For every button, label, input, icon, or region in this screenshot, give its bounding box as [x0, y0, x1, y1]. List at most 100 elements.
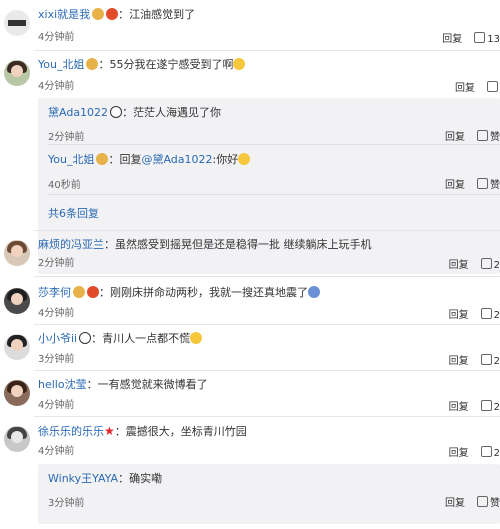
like-button[interactable]: 2	[480, 258, 500, 272]
thumbs-up-icon	[487, 81, 498, 92]
panda-badge-icon	[79, 332, 92, 344]
comment-actions: 回复 13	[442, 32, 500, 46]
thumbs-up-icon	[480, 258, 492, 269]
reply-button[interactable]: 回复	[449, 356, 469, 368]
divider	[34, 50, 500, 51]
colon-separator: ：	[114, 425, 126, 438]
comment-text-line: 麻烦的冯亚兰：虽然感受到摇晃但是还是稳得一批 继续躺床上玩手机	[38, 238, 372, 252]
reply-text-line: Winky王YAYA：确实嘞	[48, 472, 162, 486]
mention-link[interactable]: @黛Ada1022	[141, 153, 212, 166]
fan-badge-icon	[87, 286, 99, 298]
reply-button[interactable]: 回复	[455, 83, 475, 95]
shocked-emoji-icon	[308, 286, 320, 298]
like-button[interactable]: 2	[480, 400, 500, 414]
reply-button[interactable]: 回复	[445, 180, 465, 191]
username-link[interactable]: 小小爷ii	[38, 332, 77, 345]
avatar[interactable]	[4, 288, 30, 314]
reply-text: :你好	[212, 153, 239, 166]
reply-button[interactable]: 回复	[449, 310, 469, 322]
comment-time: 2分钟前	[38, 258, 75, 269]
divider	[34, 230, 500, 231]
comment-actions: 回复 2	[449, 354, 500, 368]
laugh-emoji-icon	[190, 332, 203, 344]
like-count: 2	[493, 260, 500, 271]
reply-actions: 回复 赞	[445, 494, 500, 509]
colon-separator: ：	[86, 378, 98, 391]
avatar-face-shape	[11, 245, 23, 257]
like-count: 2	[493, 402, 500, 413]
avatar[interactable]	[4, 426, 30, 452]
comment-actions: 回复 2	[449, 446, 500, 460]
comment-text: 江油感觉到了	[129, 8, 196, 21]
comment-text: 55分我在遂宁感受到了啊	[109, 58, 234, 71]
avatar[interactable]	[4, 334, 30, 360]
reply-button[interactable]: 回复	[445, 132, 465, 143]
comment-time: 4分钟前	[38, 81, 75, 92]
divider	[48, 194, 500, 195]
thumbs-up-icon	[480, 354, 492, 365]
username-link[interactable]: 徐乐乐的乐乐	[38, 425, 104, 438]
avatar[interactable]	[4, 60, 30, 86]
colon-separator: ：	[91, 332, 103, 345]
divider	[48, 144, 500, 145]
comment-actions: 回复 2	[449, 400, 500, 414]
vip-badge-icon	[86, 58, 99, 70]
comment-text: 一有感觉就来微博看了	[97, 378, 208, 391]
comment-text: 刚刚床拼命动两秒，我就一搜还真地震了	[110, 286, 308, 299]
like-button[interactable]: 赞	[477, 496, 500, 509]
like-count: 13	[487, 34, 500, 45]
reply-button[interactable]: 回复	[449, 260, 469, 272]
like-button[interactable]: 2	[480, 446, 500, 460]
avatar[interactable]	[4, 240, 30, 266]
comment-text-line: hello沈莹：一有感觉就来微博看了	[38, 378, 208, 392]
like-label: 赞	[490, 132, 500, 143]
expand-replies-link[interactable]: 共6条回复	[48, 205, 99, 221]
like-label: 赞	[490, 180, 500, 191]
colon-separator: ：	[118, 472, 130, 485]
reply-text: 茫茫人海遇见了你	[133, 106, 222, 119]
reply-username-link[interactable]: You_北姐	[48, 153, 94, 166]
reply-username-link[interactable]: Winky王YAYA	[48, 472, 118, 485]
like-label: 赞	[490, 498, 500, 509]
like-count: 2	[493, 356, 500, 367]
username-link[interactable]: hello沈莹	[38, 378, 87, 391]
like-button[interactable]: 赞	[477, 178, 500, 191]
comment-actions: 回复	[455, 81, 500, 95]
reply-button[interactable]: 回复	[445, 498, 465, 509]
colon-separator: ：	[104, 238, 115, 251]
username-link[interactable]: You_北姐	[38, 58, 84, 71]
reply-button[interactable]: 回复	[449, 448, 469, 460]
thumbs-up-icon	[477, 178, 488, 189]
avatar[interactable]	[4, 380, 30, 406]
like-button[interactable]: 赞	[477, 130, 500, 143]
reply-text: 确实嘞	[129, 472, 163, 485]
divider	[34, 324, 500, 325]
reply-button[interactable]: 回复	[449, 402, 469, 414]
comment-actions: 回复 2	[449, 258, 500, 272]
like-button[interactable]: 2	[480, 308, 500, 322]
comment-time: 4分钟前	[38, 446, 75, 457]
avatar[interactable]	[4, 10, 30, 36]
like-button[interactable]	[487, 81, 500, 95]
vip-badge-icon	[96, 153, 109, 165]
reply-text-line: 黛Ada1022 ：茫茫人海遇见了你	[48, 106, 221, 120]
colon-separator: ：	[98, 58, 110, 71]
reply-username-link[interactable]: 黛Ada1022	[48, 106, 108, 119]
like-button[interactable]: 2	[480, 354, 500, 368]
avatar-face-shape	[11, 431, 23, 443]
username-link[interactable]: 莎李何	[38, 286, 71, 299]
colon-separator: ：	[118, 8, 130, 21]
panda-badge-icon	[110, 106, 123, 118]
username-link[interactable]: xixi就是我	[38, 8, 90, 21]
avatar-face-shape	[11, 339, 23, 351]
username-link[interactable]: 麻烦的冯亚兰	[38, 238, 104, 251]
thumbs-up-icon	[480, 400, 492, 411]
like-button[interactable]: 13	[474, 32, 500, 46]
thumbs-up-icon	[477, 496, 488, 507]
reply-text-line: You_北姐 ：回复@黛Ada1022:你好	[48, 153, 251, 167]
comment-time: 3分钟前	[38, 354, 75, 365]
vip-badge-icon	[73, 286, 85, 298]
laugh-emoji-icon	[233, 58, 246, 70]
reply-button[interactable]: 回复	[442, 34, 462, 46]
avatar-face-shape	[11, 65, 23, 77]
